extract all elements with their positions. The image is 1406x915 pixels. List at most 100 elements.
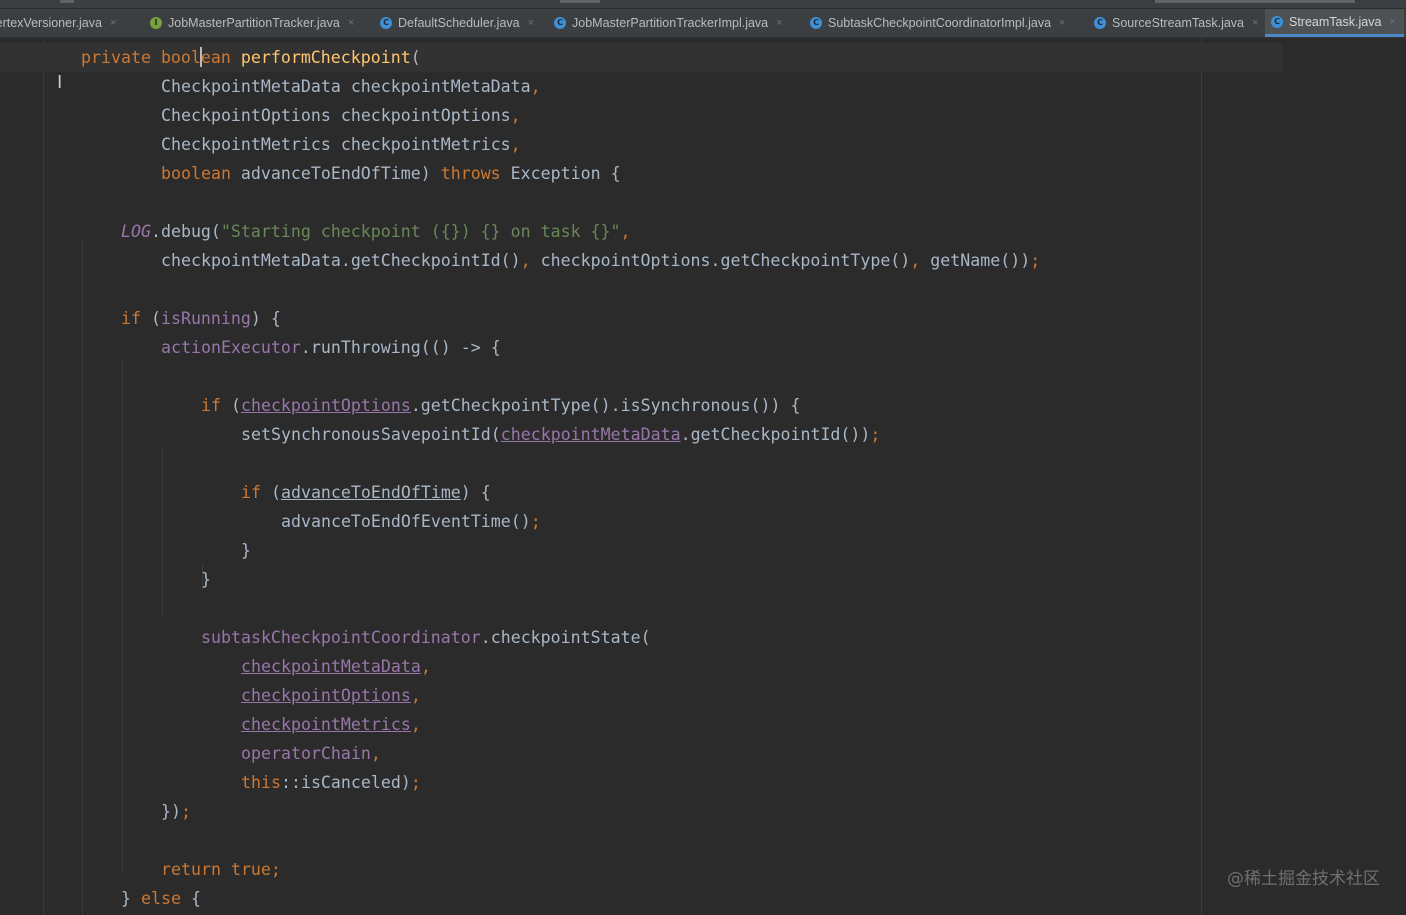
code-line[interactable] bbox=[0, 275, 41, 304]
close-tab-icon[interactable]: × bbox=[1252, 17, 1258, 29]
code-token: advanceToEndOfTime) bbox=[230, 164, 441, 183]
code-line[interactable]: advanceToEndOfEventTime(); bbox=[0, 507, 541, 536]
code-token: ( bbox=[140, 309, 161, 328]
class-icon: C bbox=[554, 17, 566, 29]
code-token: , bbox=[510, 135, 521, 154]
code-line[interactable] bbox=[0, 826, 41, 855]
code-line[interactable]: LOG.debug("Starting checkpoint ({}) {} o… bbox=[0, 217, 631, 246]
class-icon: C bbox=[1271, 15, 1283, 28]
tab-5[interactable]: C SubtaskCheckpointCoordinatorImpl.java × bbox=[804, 9, 1073, 37]
code-token: getName()) bbox=[920, 251, 1031, 270]
code-token: true bbox=[230, 860, 271, 879]
code-token: return bbox=[161, 860, 221, 879]
code-line[interactable]: actionExecutor.runThrowing(() -> { bbox=[0, 333, 501, 362]
code-line[interactable]: subtaskCheckpointCoordinator.checkpointS… bbox=[0, 623, 651, 652]
code-line[interactable] bbox=[0, 449, 41, 478]
code-token: checkpointOptions.getCheckpointType() bbox=[530, 251, 911, 270]
code-token: , bbox=[510, 106, 521, 125]
code-token: advanceToEndOfTime bbox=[280, 483, 461, 502]
code-token: ; bbox=[1030, 251, 1041, 270]
code-token: }) bbox=[161, 802, 181, 821]
tab-2[interactable]: I JobMasterPartitionTracker.java × bbox=[144, 9, 362, 37]
code-token: .runThrowing(() -> { bbox=[300, 338, 501, 357]
code-token: .checkpointState( bbox=[480, 628, 651, 647]
tab-7[interactable]: C StreamTask.java × bbox=[1265, 9, 1404, 37]
right-margin-guide bbox=[1201, 38, 1202, 915]
code-token: .debug( bbox=[150, 222, 221, 241]
close-tab-icon[interactable]: × bbox=[776, 17, 782, 29]
tab-4[interactable]: C JobMasterPartitionTrackerImpl.java × bbox=[548, 9, 791, 37]
code-token: CheckpointMetrics bbox=[161, 135, 331, 154]
close-tab-icon[interactable]: × bbox=[1389, 16, 1395, 28]
code-line[interactable]: operatorChain, bbox=[0, 739, 381, 768]
tab-label: SubtaskCheckpointCoordinatorImpl.java bbox=[828, 16, 1052, 30]
code-token: setSynchronousSavepointId( bbox=[241, 425, 501, 444]
code-line[interactable]: boolean advanceToEndOfTime) throws Excep… bbox=[0, 159, 621, 188]
toolbar-strip bbox=[0, 0, 1406, 9]
close-tab-icon[interactable]: × bbox=[110, 17, 116, 29]
code-token: .getCheckpointId()) bbox=[680, 425, 871, 444]
code-token: ) { bbox=[460, 483, 491, 502]
code-token: } bbox=[201, 570, 211, 589]
code-line[interactable]: private boolean performCheckpoint( bbox=[0, 43, 1282, 72]
code-line[interactable]: if (checkpointOptions.getCheckpointType(… bbox=[0, 391, 800, 420]
code-token: , bbox=[530, 77, 541, 96]
class-icon: C bbox=[1094, 17, 1106, 29]
close-tab-icon[interactable]: × bbox=[348, 17, 354, 29]
code-line[interactable]: this::isCanceled); bbox=[0, 768, 421, 797]
code-token: } bbox=[241, 541, 251, 560]
interface-icon: I bbox=[150, 17, 162, 29]
code-token: ::isCanceled) bbox=[280, 773, 411, 792]
code-line[interactable]: } else { bbox=[0, 884, 201, 913]
close-tab-icon[interactable]: × bbox=[1059, 17, 1065, 29]
code-token: Exception { bbox=[500, 164, 621, 183]
code-line[interactable]: return true; bbox=[0, 855, 281, 884]
mouse-ibeam-cursor-icon: I bbox=[57, 72, 63, 93]
code-token: ; bbox=[530, 512, 541, 531]
code-token: checkpointOptions bbox=[241, 686, 411, 705]
code-line[interactable]: } bbox=[0, 565, 211, 594]
code-token: if bbox=[241, 483, 261, 502]
code-token: checkpointMetrics bbox=[241, 715, 411, 734]
code-line[interactable]: checkpointMetrics, bbox=[0, 710, 421, 739]
code-token: LOG bbox=[121, 222, 151, 241]
code-token: CheckpointOptions bbox=[161, 106, 331, 125]
code-line[interactable] bbox=[0, 594, 41, 623]
code-token: , bbox=[410, 686, 421, 705]
code-line[interactable]: CheckpointMetrics checkpointMetrics, bbox=[0, 130, 521, 159]
code-token: ( bbox=[260, 483, 281, 502]
code-token: operatorChain bbox=[241, 744, 371, 763]
code-token: checkpointMetaData.getCheckpointId() bbox=[161, 251, 521, 270]
tab-3[interactable]: C DefaultScheduler.java × bbox=[374, 9, 542, 37]
class-icon: C bbox=[810, 17, 822, 29]
code-token: , bbox=[410, 715, 421, 734]
code-line[interactable]: }); bbox=[0, 797, 191, 826]
tab-1[interactable]: VertexVersioner.java × bbox=[0, 9, 124, 37]
code-line[interactable]: checkpointOptions, bbox=[0, 681, 421, 710]
close-tab-icon[interactable]: × bbox=[528, 17, 534, 29]
code-token: checkpointOptions bbox=[240, 396, 411, 415]
code-token: advanceToEndOfEventTime() bbox=[281, 512, 531, 531]
code-line[interactable]: setSynchronousSavepointId(checkpointMeta… bbox=[0, 420, 880, 449]
tab-label: SourceStreamTask.java bbox=[1112, 16, 1245, 30]
code-editor[interactable]: private boolean performCheckpoint(Checkp… bbox=[0, 38, 1406, 915]
code-token: checkpointMetaData bbox=[500, 425, 681, 444]
tab-6[interactable]: C SourceStreamTask.java × bbox=[1088, 9, 1266, 37]
code-token: subtaskCheckpointCoordinator bbox=[201, 628, 481, 647]
code-line[interactable]: } bbox=[0, 536, 251, 565]
code-line[interactable]: if (isRunning) { bbox=[0, 304, 281, 333]
code-line[interactable] bbox=[0, 188, 41, 217]
code-line[interactable]: checkpointMetaData, bbox=[0, 652, 431, 681]
code-token: private bbox=[81, 48, 151, 67]
code-line[interactable] bbox=[0, 362, 41, 391]
code-line[interactable]: CheckpointOptions checkpointOptions, bbox=[0, 101, 521, 130]
code-line[interactable]: checkpointMetaData.getCheckpointId(), ch… bbox=[0, 246, 1040, 275]
code-token: checkpointMetaData bbox=[241, 657, 421, 676]
code-line[interactable]: CheckpointMetaData checkpointMetaData, bbox=[0, 72, 541, 101]
tab-label: JobMasterPartitionTrackerImpl.java bbox=[572, 16, 769, 30]
code-token: ; bbox=[410, 773, 421, 792]
code-line[interactable]: if (advanceToEndOfTime) { bbox=[0, 478, 491, 507]
